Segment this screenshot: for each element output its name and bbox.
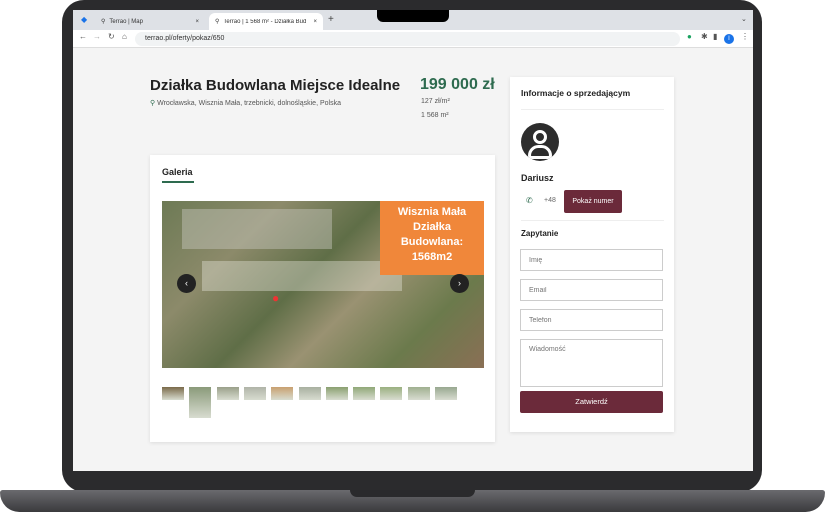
browser-window: ◆ ⚲ Terrao | Map × ⚲ Terrao | 1 568 m² - Dz…	[73, 10, 753, 471]
browser-logo-icon: ◆	[81, 15, 88, 24]
tab-label: Terrao | Map	[109, 18, 143, 25]
profile-avatar[interactable]: I	[724, 34, 734, 44]
pin-icon: ⚲	[215, 19, 220, 25]
map-marker-icon: ●	[272, 291, 280, 305]
pin-icon: ⚲	[101, 19, 106, 25]
name-input[interactable]	[520, 249, 663, 271]
menu-icon[interactable]: ⋮	[741, 32, 749, 41]
gallery-thumbnail[interactable]	[271, 387, 294, 400]
divider	[521, 109, 664, 110]
gallery-overlay-label: Wisznia Mała Działka Budowlana: 1568m2	[380, 201, 484, 275]
prev-image-button[interactable]: ‹	[177, 274, 196, 293]
gallery-thumbnail[interactable]	[243, 387, 266, 400]
gallery-title: Galeria	[162, 167, 193, 177]
close-icon[interactable]: ×	[195, 19, 199, 25]
location-pin-icon: ⚲	[150, 100, 156, 107]
toolbar: ← → ↻ ⌂ terrao.pl/oferty/pokaz/650 ● ✱ ▮…	[73, 30, 753, 48]
image-buildings	[182, 209, 332, 249]
extension-icon[interactable]: ●	[687, 32, 692, 41]
show-number-button[interactable]: Pokaż numer	[564, 190, 622, 213]
phone-prefix: +48	[544, 197, 556, 204]
puzzle-icon[interactable]: ✱	[701, 32, 708, 41]
gallery-thumbnail[interactable]	[189, 387, 212, 418]
tab-label: Terrao | 1 568 m² - Działka Bud	[223, 18, 307, 25]
listing-title: Działka Budowlana Miejsce Idealne	[150, 77, 401, 94]
back-icon[interactable]: ←	[79, 32, 87, 41]
image-greenhouses	[202, 261, 402, 291]
listing-area: 1 568 m²	[421, 112, 449, 119]
tab-listing[interactable]: ⚲ Terrao | 1 568 m² - Działka Bud ×	[209, 13, 323, 30]
email-input[interactable]	[520, 279, 663, 301]
laptop-groove	[350, 490, 475, 497]
seller-card: Informacje o sprzedającym Dariusz ✆ +48 …	[510, 77, 674, 432]
gallery-thumbnail[interactable]	[407, 387, 430, 400]
address-bar[interactable]: terrao.pl/oferty/pokaz/650	[135, 32, 680, 46]
gallery-card: Galeria Wisznia Mała Działka Budowlana: …	[150, 155, 495, 442]
gallery-thumbnail[interactable]	[216, 387, 239, 400]
phone-icon: ✆	[526, 196, 533, 205]
url-text: terrao.pl/oferty/pokaz/650	[145, 35, 225, 42]
submit-button[interactable]: Zatwierdź	[520, 391, 663, 413]
gallery-thumbnail[interactable]	[353, 387, 376, 400]
gallery-title-underline	[162, 181, 194, 183]
listing-price: 199 000 zł	[420, 76, 495, 93]
address-text: Wrocławska, Wisznia Mała, trzebnicki, do…	[157, 100, 341, 107]
seller-title: Informacje o sprzedającym	[521, 88, 631, 98]
gallery-thumbnail[interactable]	[298, 387, 321, 400]
message-input[interactable]	[520, 339, 663, 387]
gallery-thumbnail[interactable]	[325, 387, 348, 400]
price-per-m2: 127 zł/m²	[421, 98, 450, 105]
phone-input[interactable]	[520, 309, 663, 331]
listing-address: ⚲ Wrocławska, Wisznia Mała, trzebnicki, …	[150, 99, 341, 107]
gallery-thumbnail[interactable]	[435, 387, 457, 400]
new-tab-icon[interactable]: +	[328, 14, 334, 25]
close-icon[interactable]: ×	[313, 19, 317, 25]
forward-icon[interactable]: →	[93, 32, 101, 41]
sidebar-icon[interactable]: ▮	[713, 32, 717, 41]
next-image-button[interactable]: ›	[450, 274, 469, 293]
divider	[521, 220, 664, 221]
inquiry-title: Zapytanie	[521, 229, 559, 238]
seller-name: Dariusz	[521, 173, 554, 183]
camera-notch	[377, 10, 449, 22]
gallery-main-image[interactable]: Wisznia Mała Działka Budowlana: 1568m2 ●…	[162, 201, 484, 368]
gallery-thumbnail[interactable]	[380, 387, 403, 400]
gallery-thumbnail[interactable]	[162, 387, 184, 400]
seller-avatar	[521, 123, 559, 161]
home-icon[interactable]: ⌂	[122, 32, 127, 41]
reload-icon[interactable]: ↻	[108, 32, 115, 41]
chevron-down-icon[interactable]: ⌄	[741, 15, 747, 23]
tab-map[interactable]: ⚲ Terrao | Map ×	[95, 13, 205, 30]
